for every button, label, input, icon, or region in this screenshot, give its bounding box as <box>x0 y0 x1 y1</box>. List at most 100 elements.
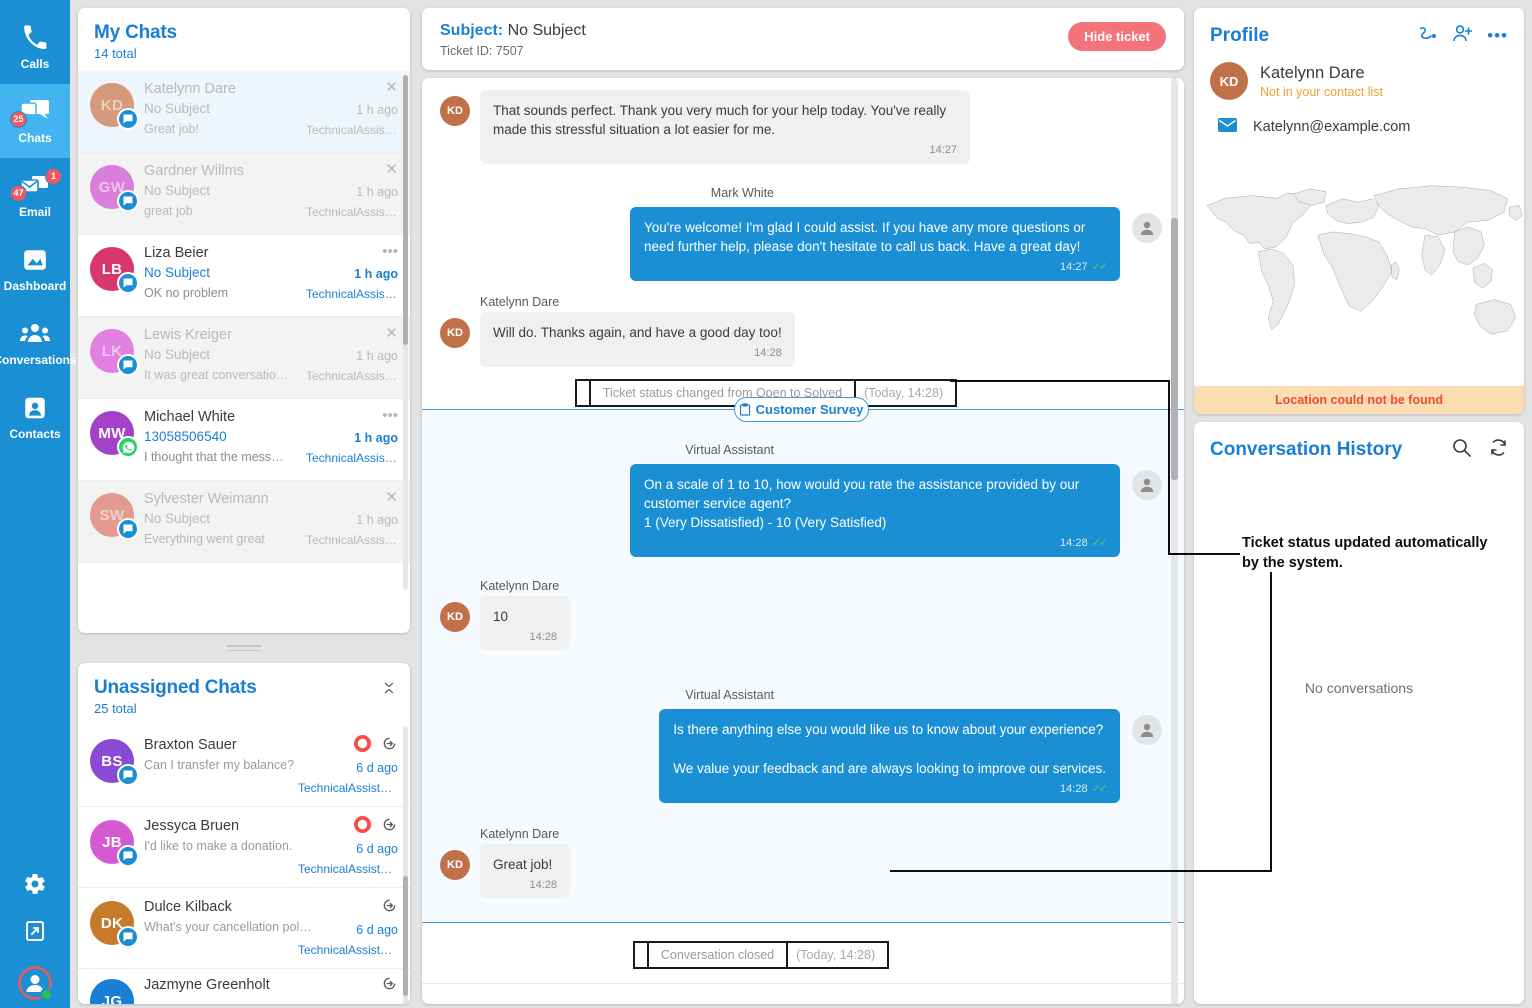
unassigned-list-item[interactable]: JB Jessyca Bruen I'd like to make a dona… <box>78 807 410 888</box>
nav-item-calls[interactable]: Calls <box>0 10 70 84</box>
location-error-banner: Location could not be found <box>1194 386 1524 414</box>
avatar: KD <box>440 317 470 348</box>
avatar: LB <box>90 247 139 294</box>
message-sender: Katelynn Dare <box>480 826 560 841</box>
contact-status-note: Not in your contact list <box>1260 84 1383 99</box>
chat-name: Lewis Kreiger <box>144 327 232 343</box>
my-account-avatar[interactable] <box>18 966 53 1001</box>
chat-subject: 13058506540 <box>144 429 227 444</box>
close-icon[interactable]: ✕ <box>385 490 398 507</box>
phone-icon <box>22 24 48 52</box>
chat-list-item[interactable]: KD Katelynn Dare No Subject Great job! ✕… <box>78 71 410 153</box>
nav-item-contacts[interactable]: Contacts <box>0 380 70 454</box>
assign-to-me-icon[interactable] <box>381 897 398 919</box>
read-receipt-icon: ✓✓ <box>1091 782 1109 795</box>
chat-list-item[interactable]: SW Sylvester Weimann No Subject Everythi… <box>78 481 410 563</box>
my-chats-scrollbar[interactable] <box>403 75 408 590</box>
profile-name: Katelynn Dare <box>1260 63 1365 82</box>
chat-department: TechnicalAssistan… <box>298 862 398 876</box>
chat-name: Michael White <box>144 409 236 425</box>
agent-avatar <box>1132 469 1162 500</box>
avatar: GW <box>90 165 139 212</box>
assign-to-me-icon[interactable] <box>381 975 398 997</box>
subject-value: No Subject <box>507 22 586 39</box>
nav-item-chats[interactable]: 25 Chats <box>0 84 70 158</box>
message-bubble-outgoing: On a scale of 1 to 10, how would you rat… <box>630 463 1120 557</box>
unassigned-list-item[interactable]: DK Dulce Kilback What's your cancellatio… <box>78 888 410 969</box>
close-icon[interactable]: ✕ <box>385 80 398 97</box>
location-map <box>1194 150 1524 386</box>
chat-department: TechnicalAssistan… <box>306 451 398 465</box>
avatar: BS <box>90 739 139 786</box>
hide-ticket-button[interactable]: Hide ticket <box>1068 22 1166 51</box>
closed-note-time: (Today, 14:28) <box>796 948 876 963</box>
more-icon[interactable]: ••• <box>382 408 398 425</box>
message-time: 14:27 <box>1060 261 1088 274</box>
chat-preview: Everything went great <box>144 532 265 546</box>
chat-name: Liza Beier <box>144 245 209 261</box>
transfer-icon[interactable] <box>1418 25 1438 48</box>
email-unread-badge: 47 <box>10 184 27 202</box>
profile-email-row: Katelynn@example.com <box>1194 110 1524 150</box>
search-icon[interactable] <box>1452 438 1471 462</box>
panel-resize-handle[interactable] <box>78 641 410 655</box>
agent-avatar <box>1132 715 1162 746</box>
add-contact-icon[interactable] <box>1452 24 1473 48</box>
more-icon[interactable]: ••• <box>382 244 398 261</box>
nav-item-email[interactable]: 47 1 Email <box>0 158 70 232</box>
message-time: 14:28 <box>1060 537 1088 550</box>
assign-to-me-icon[interactable] <box>381 816 398 838</box>
logout-icon[interactable] <box>23 919 47 948</box>
message-icon <box>117 764 139 786</box>
message-text: That sounds perfect. Thank you very much… <box>493 103 947 138</box>
chat-list-item[interactable]: LK Lewis Kreiger No Subject It was great… <box>78 317 410 399</box>
chat-subject: No Subject <box>144 347 211 362</box>
message-bubble-incoming: 10 14:28 <box>480 595 570 651</box>
chat-name: Gardner Willms <box>144 163 244 179</box>
nav-item-dashboard[interactable]: Dashboard <box>0 232 70 306</box>
read-receipt-icon: ✓✓ <box>1091 261 1109 274</box>
unassigned-list-item[interactable]: BS Braxton Sauer Can I transfer my balan… <box>78 726 410 807</box>
collapse-icon[interactable] <box>382 681 396 700</box>
unassigned-list-item[interactable]: JG Jazmyne Greenholt <box>78 969 410 1004</box>
close-icon[interactable]: ✕ <box>385 162 398 179</box>
chat-subject: No Subject <box>144 265 211 280</box>
message-group: Virtual Assistant Is there anything else… <box>440 680 1162 803</box>
refresh-icon[interactable] <box>1489 438 1508 462</box>
assign-to-me-icon[interactable] <box>381 735 398 757</box>
chat-preview: Can I transfer my balance? <box>144 758 295 772</box>
chat-list-item[interactable]: LB Liza Beier No Subject OK no problem •… <box>78 235 410 317</box>
my-chats-header: My Chats 14 total <box>78 8 410 71</box>
my-chats-total: 14 total <box>94 46 137 61</box>
conversation-card: KD That sounds perfect. Thank you very m… <box>422 78 1184 1004</box>
message-icon <box>117 108 139 130</box>
whatsapp-icon <box>117 436 139 458</box>
chat-time: 1 h ago <box>356 185 398 199</box>
chat-department: TechnicalAssistan… <box>306 369 398 383</box>
message-time: 14:28 <box>754 347 782 359</box>
chat-time: 6 d ago <box>356 923 398 937</box>
settings-gear-icon[interactable] <box>23 872 47 901</box>
chat-department: TechnicalAssistan… <box>306 205 398 219</box>
conversation-scrollbar[interactable] <box>1171 78 1178 1004</box>
close-icon[interactable]: ✕ <box>385 326 398 343</box>
chat-preview: It was great conversatio… <box>144 368 289 382</box>
profile-header: Profile ••• <box>1194 8 1524 56</box>
avatar: MW <box>90 411 139 458</box>
chat-time: 1 h ago <box>356 349 398 363</box>
urgent-icon <box>354 735 371 757</box>
message-row: On a scale of 1 to 10, how would you rat… <box>440 463 1162 557</box>
message-bubble-outgoing: You're welcome! I'm glad I could assist.… <box>630 206 1120 281</box>
message-time: 14:27 <box>929 144 957 157</box>
chat-time: 1 h ago <box>356 513 398 527</box>
message-sender: Mark White <box>710 185 774 200</box>
more-icon[interactable]: ••• <box>1487 27 1508 44</box>
unassigned-chats-list: BS Braxton Sauer Can I transfer my balan… <box>78 726 410 1004</box>
message-text: Great job! <box>493 856 553 872</box>
chat-list-item[interactable]: MW Michael White 13058506540 I thought t… <box>78 399 410 481</box>
customer-survey-chip: Customer Survey <box>733 396 869 422</box>
chat-list-item[interactable]: GW Gardner Willms No Subject great job ✕… <box>78 153 410 235</box>
nav-item-conversations[interactable]: Conversations <box>0 306 77 380</box>
nav-label-conversations: Conversations <box>0 352 77 367</box>
unassigned-scrollbar[interactable] <box>403 726 408 1004</box>
